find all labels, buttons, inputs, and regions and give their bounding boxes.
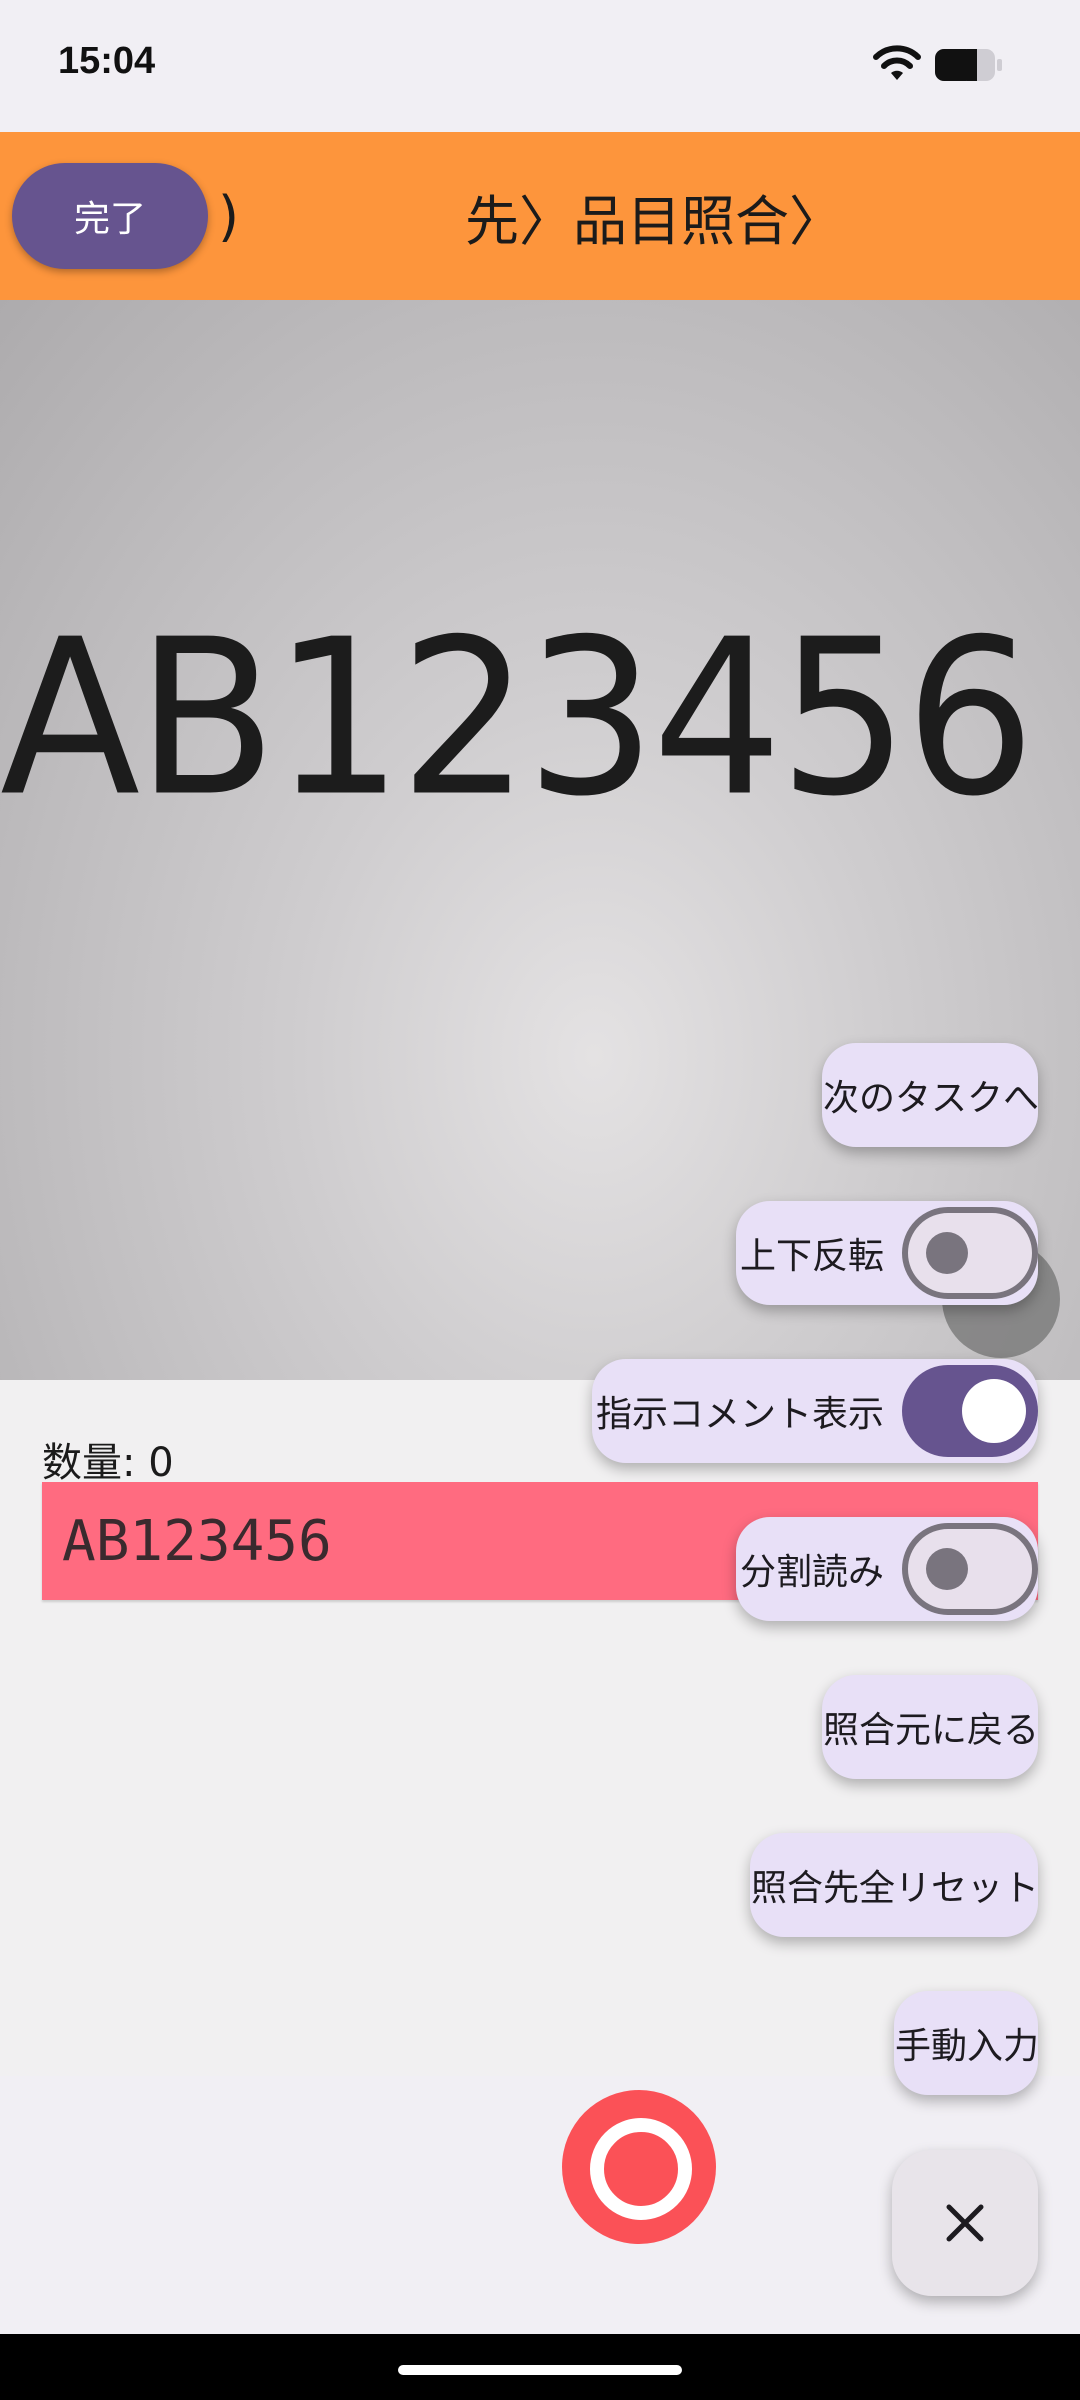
back-to-source-label: 照合元に戻る [823,1710,1040,1751]
manual-input-label: 手動入力 [895,2026,1040,2067]
flip-switch-knob [926,1232,968,1274]
battery-icon [935,49,1002,81]
home-indicator[interactable] [398,2365,682,2375]
flip-toggle-button[interactable]: 上下反転 [736,1201,1038,1305]
status-bar: 15:04 [0,0,1080,132]
flip-label: 上下反転 [740,1236,885,1277]
quantity-label: 数量: 0 [42,1440,174,1486]
back-to-source-button[interactable]: 照合元に戻る [822,1675,1040,1779]
split-read-switch[interactable] [902,1523,1038,1615]
split-read-switch-knob [926,1548,968,1590]
split-read-toggle-button[interactable]: 分割読み [736,1517,1038,1621]
next-task-label: 次のタスクへ [823,1078,1040,1119]
camera-scanned-text: AB123456 [0,594,1035,844]
result-value: AB123456 [62,1508,332,1574]
instruction-comment-switch[interactable] [902,1365,1038,1457]
status-time: 15:04 [58,40,156,82]
close-icon [946,2204,984,2242]
close-menu-button[interactable] [892,2150,1038,2296]
manual-input-button[interactable]: 手動入力 [894,1991,1040,2095]
shutter-icon [590,2118,692,2220]
wifi-icon [873,45,921,80]
flip-switch[interactable] [902,1207,1038,1299]
done-button[interactable]: 完了 [12,163,208,269]
next-task-button[interactable]: 次のタスクへ [822,1043,1040,1147]
instruction-comment-label: 指示コメント表示 [596,1394,885,1435]
header-title: 先〉品目照合〉 [465,189,843,253]
instruction-comment-toggle-button[interactable]: 指示コメント表示 [592,1359,1038,1463]
shutter-button[interactable] [562,2090,716,2244]
instruction-comment-switch-knob [962,1379,1026,1443]
split-read-label: 分割読み [740,1552,885,1593]
reset-all-label: 照合先全リセット [751,1868,1040,1909]
reset-all-button[interactable]: 照合先全リセット [750,1833,1040,1937]
